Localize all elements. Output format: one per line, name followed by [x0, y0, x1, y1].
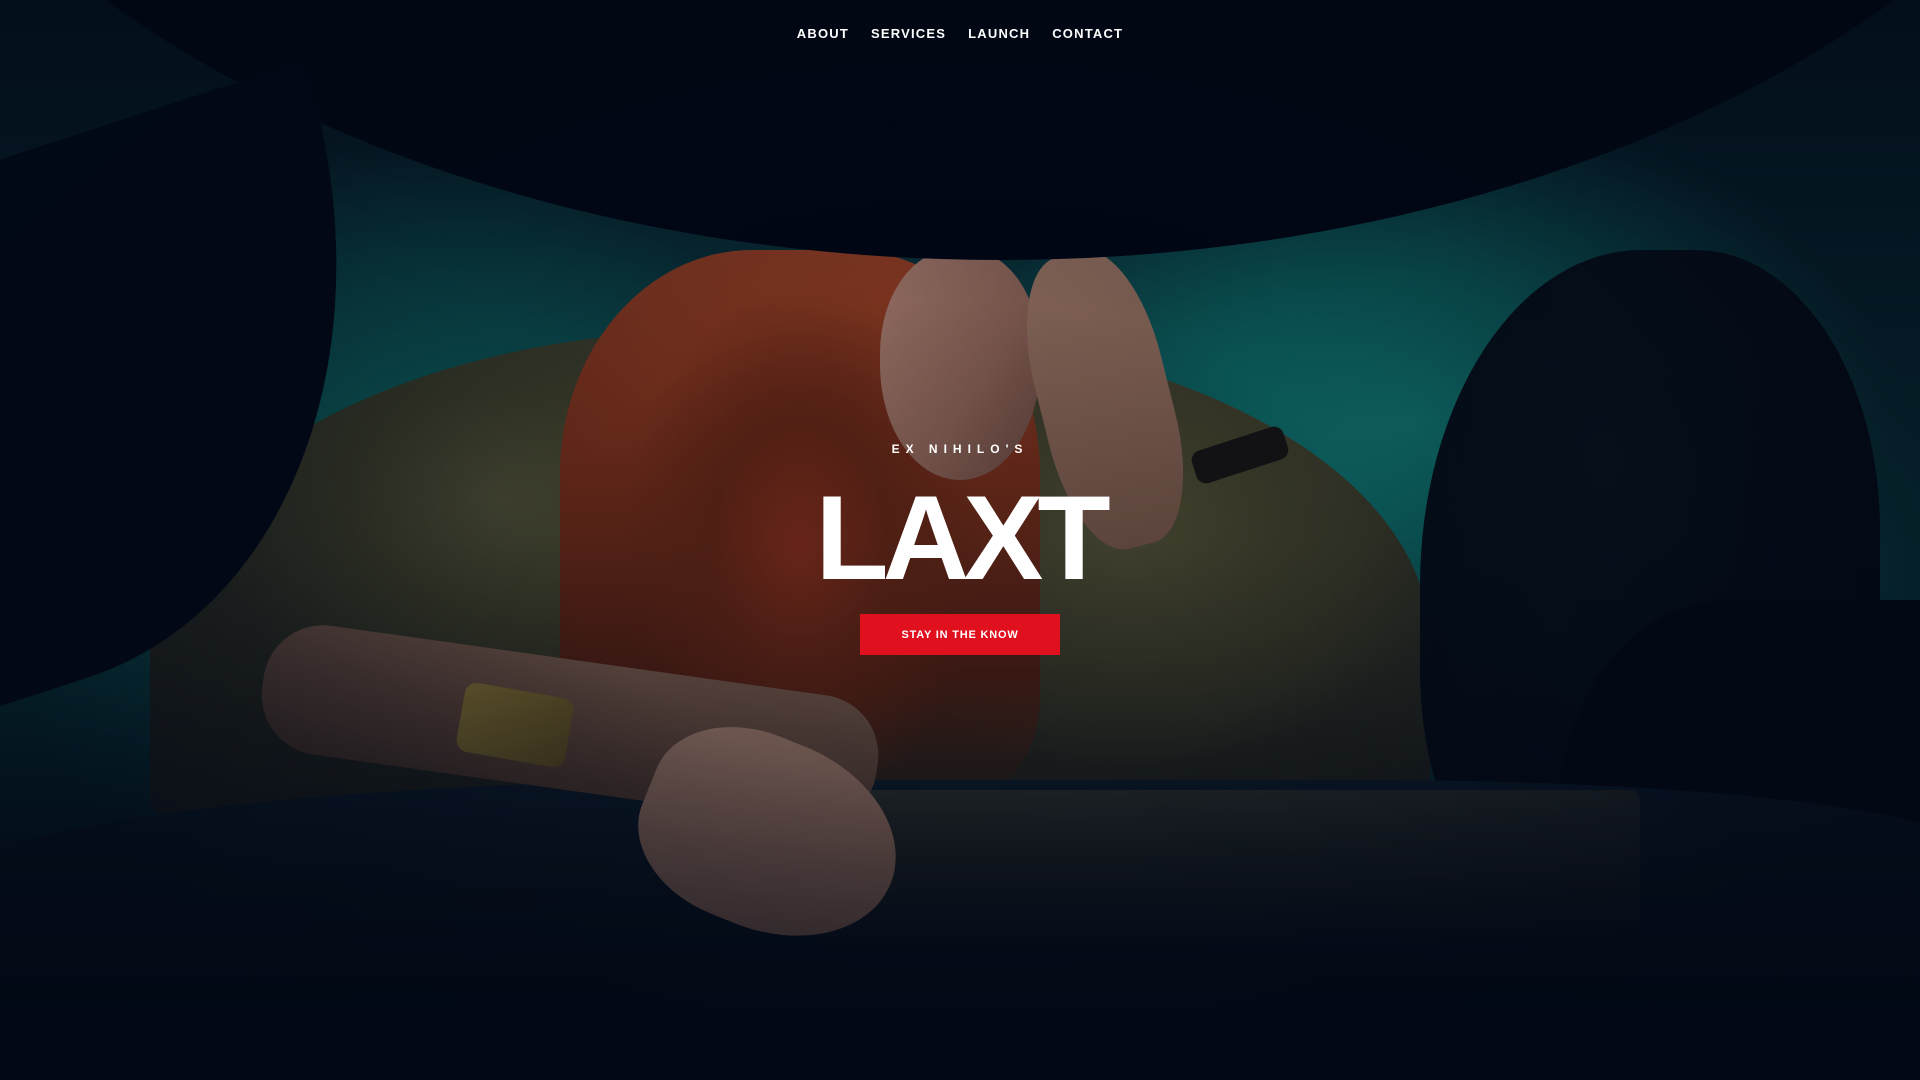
hero-section: EX NIHILO'S LAXT STAY IN THE KNOW: [0, 0, 1920, 1080]
hero-title: LAXT: [815, 471, 1110, 605]
stay-in-the-know-button[interactable]: STAY IN THE KNOW: [860, 614, 1060, 655]
hero-kicker: EX NIHILO'S: [891, 442, 1029, 456]
landing-page: ABOUT SERVICES LAUNCH CONTACT EX NIHILO'…: [0, 0, 1920, 1080]
